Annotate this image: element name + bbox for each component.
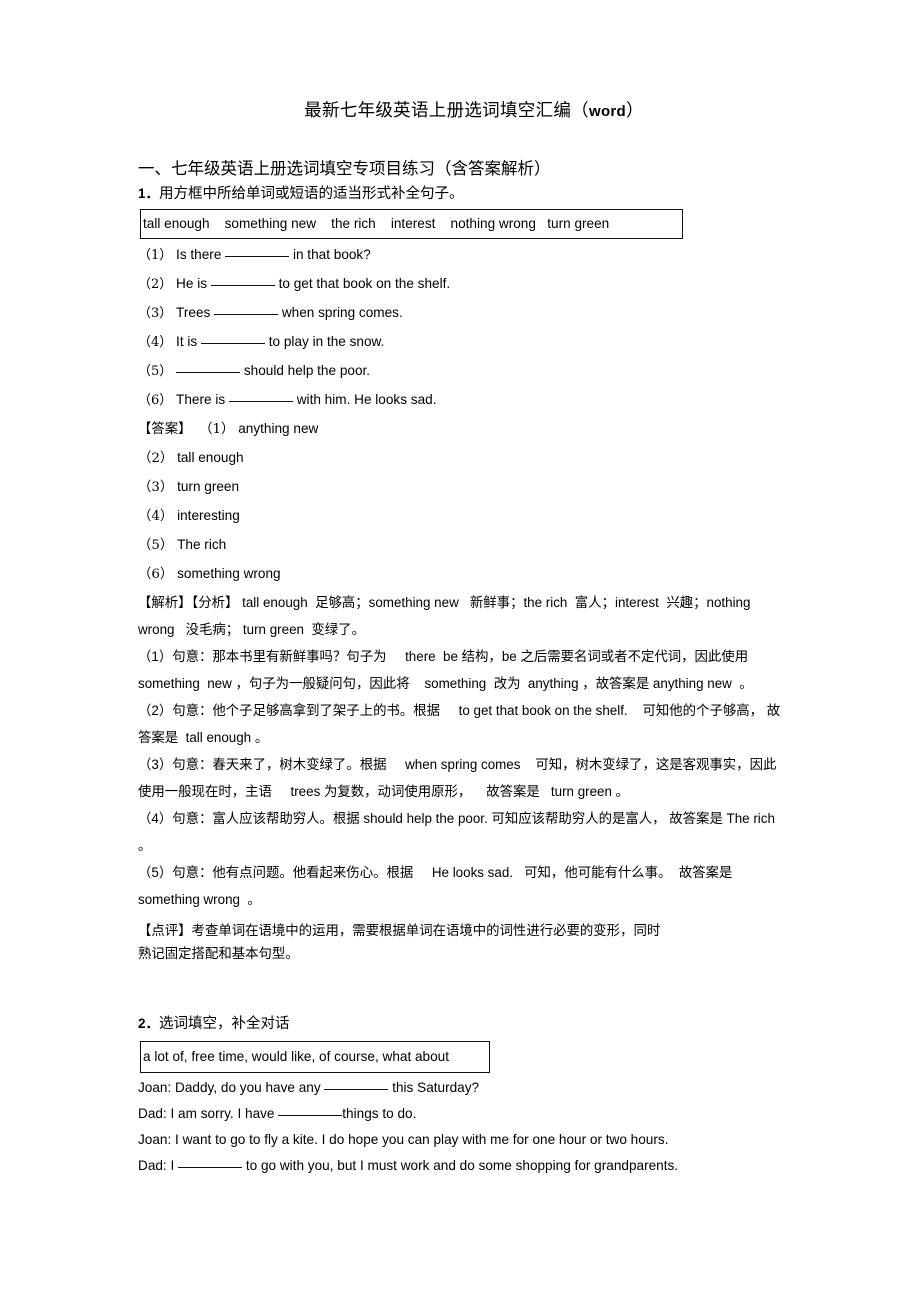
item-text-after: in that book? xyxy=(289,247,371,262)
answer-blank[interactable] xyxy=(214,314,279,315)
item-text-after: when spring comes. xyxy=(278,305,403,320)
answer-blank[interactable] xyxy=(210,285,275,286)
answers-label: 【答案】 xyxy=(138,422,192,437)
question-item: （6） There is with him. He looks sad. xyxy=(138,386,786,415)
answer-blank[interactable] xyxy=(176,372,241,373)
question-item: （5） should help the poor. xyxy=(138,357,786,386)
answer-blank[interactable] xyxy=(228,401,293,402)
question-2-heading: 2．选词填空，补全对话 xyxy=(138,1013,786,1035)
answer-label: （6） xyxy=(138,567,174,582)
document-body: 最新七年级英语上册选词填空汇编（word） 一、七年级英语上册选词填空专项目练习… xyxy=(138,98,786,1179)
comment-line-2: 熟记固定搭配和基本句型。 xyxy=(138,946,299,961)
answer-blank[interactable] xyxy=(278,1115,343,1116)
dialogue-text-after: things to do. xyxy=(342,1106,417,1121)
analysis-paragraph-4: （4）句意：富人应该帮助穷人。根据 should help the poor. … xyxy=(138,811,779,853)
answer-label: （5） xyxy=(138,538,174,553)
item-label: （2） xyxy=(138,277,173,292)
answer-line: （2） tall enough xyxy=(138,444,786,473)
dialogue-line: Dad: I to go with you, but I must work a… xyxy=(138,1153,786,1179)
answer-text: tall enough xyxy=(173,450,244,465)
answer-blank[interactable] xyxy=(200,343,265,344)
dialogue-text-before: I am sorry. I have xyxy=(166,1106,279,1121)
word-bank-2: a lot of, free time, would like, of cour… xyxy=(140,1041,490,1073)
dialogue-speaker: Dad: xyxy=(138,1106,167,1121)
dialogue-speaker: Joan: xyxy=(138,1080,172,1095)
item-text-after: to get that book on the shelf. xyxy=(274,276,451,291)
dialogue-line: Dad: I am sorry. I have things to do. xyxy=(138,1101,786,1127)
answer-text: something wrong xyxy=(173,566,281,581)
question-1-heading: 1．用方框中所给单词或短语的适当形式补全句子。 xyxy=(138,183,786,205)
answer-text: anything new xyxy=(234,421,319,436)
answer-label: （1） xyxy=(199,422,235,437)
answer-label: （4） xyxy=(138,509,174,524)
analysis-paragraph-1: （1）句意：那本书里有新鲜事吗？句子为 there be 结构，be 之后需要名… xyxy=(138,649,756,691)
answer-blank[interactable] xyxy=(324,1089,389,1090)
item-text-before: It is xyxy=(172,334,201,349)
answer-label: （2） xyxy=(138,451,174,466)
item-text-after: should help the poor. xyxy=(240,363,371,378)
item-label: （4） xyxy=(138,335,173,350)
dialogue-speaker: Dad: xyxy=(138,1158,167,1173)
word-bank-1: tall enough something new the rich inter… xyxy=(140,209,683,239)
dialogue-text-before: I xyxy=(166,1158,179,1173)
item-text-after: to play in the snow. xyxy=(264,334,385,349)
dialogue-line: Joan: I want to go to fly a kite. I do h… xyxy=(138,1127,786,1153)
question-2-number: 2． xyxy=(138,1016,160,1031)
question-2-instruction: 选词填空，补全对话 xyxy=(159,1016,290,1032)
dialogue-line: Joan: Daddy, do you have any this Saturd… xyxy=(138,1075,786,1101)
dialogue-text-before: Daddy, do you have any xyxy=(171,1080,325,1095)
answer-text: The rich xyxy=(173,537,227,552)
section-heading: 一、七年级英语上册选词填空专项目练习（含答案解析） xyxy=(138,159,551,178)
dialogue-text-after: this Saturday? xyxy=(388,1080,480,1095)
answer-label: （3） xyxy=(138,480,174,495)
question-item: （4） It is to play in the snow. xyxy=(138,328,786,357)
answer-text: turn green xyxy=(173,479,240,494)
dialogue-speaker: Joan: xyxy=(138,1132,172,1147)
item-text-before: There is xyxy=(172,392,229,407)
question-item: （1） Is there in that book? xyxy=(138,241,786,270)
answer-blank[interactable] xyxy=(178,1167,243,1168)
item-label: （3） xyxy=(138,306,173,321)
item-text-before: He is xyxy=(172,276,211,291)
answer-line: （5） The rich xyxy=(138,531,786,560)
answer-blank[interactable] xyxy=(225,256,290,257)
page-title-word: word xyxy=(588,103,627,120)
answers-first-line: 【答案】 （1） anything new xyxy=(138,415,786,444)
question-1-instruction: 用方框中所给单词或短语的适当形式补全句子。 xyxy=(159,186,464,202)
analysis-paragraph-3: （3）句意：春天来了，树木变绿了。根据 when spring comes 可知… xyxy=(138,757,777,799)
document-page: 最新七年级英语上册选词填空汇编（word） 一、七年级英语上册选词填空专项目练习… xyxy=(0,0,920,1303)
question-1-number: 1． xyxy=(138,186,160,201)
item-text-before: Trees xyxy=(172,305,215,320)
answer-text: interesting xyxy=(173,508,240,523)
item-label: （1） xyxy=(138,248,173,263)
answer-line: （3） turn green xyxy=(138,473,786,502)
analysis-paragraph-5: （5）句意：他有点问题。他看起来伤心。根据 He looks sad. 可知，他… xyxy=(138,865,737,907)
item-text-before xyxy=(172,363,176,378)
page-title-cn: 最新七年级英语上册选词填空汇编（ xyxy=(304,101,589,121)
answer-line: （4） interesting xyxy=(138,502,786,531)
question-item: （3） Trees when spring comes. xyxy=(138,299,786,328)
analysis-paragraph-2: （2）句意：他个子足够高拿到了架子上的书。根据 to get that book… xyxy=(138,703,781,745)
item-text-after: with him. He looks sad. xyxy=(292,392,437,407)
comment-line-1: 【点评】考查单词在语境中的运用，需要根据单词在语境中的词性进行必要的变形，同时 xyxy=(138,923,661,938)
answer-line: （6） something wrong xyxy=(138,560,786,589)
dialogue-text-before: I want to go to fly a kite. I do hope yo… xyxy=(171,1132,669,1147)
analysis-head: 【解析】【分析】 tall enough 足够高；something new 新… xyxy=(138,595,755,637)
item-label: （5） xyxy=(138,364,173,379)
question-item: （2） He is to get that book on the shelf. xyxy=(138,270,786,299)
page-title-close: ） xyxy=(626,101,644,121)
item-text-before: Is there xyxy=(172,247,226,262)
dialogue-text-after: to go with you, but I must work and do s… xyxy=(242,1158,679,1173)
page-title: 最新七年级英语上册选词填空汇编（word） xyxy=(162,98,786,125)
item-label: （6） xyxy=(138,393,173,408)
